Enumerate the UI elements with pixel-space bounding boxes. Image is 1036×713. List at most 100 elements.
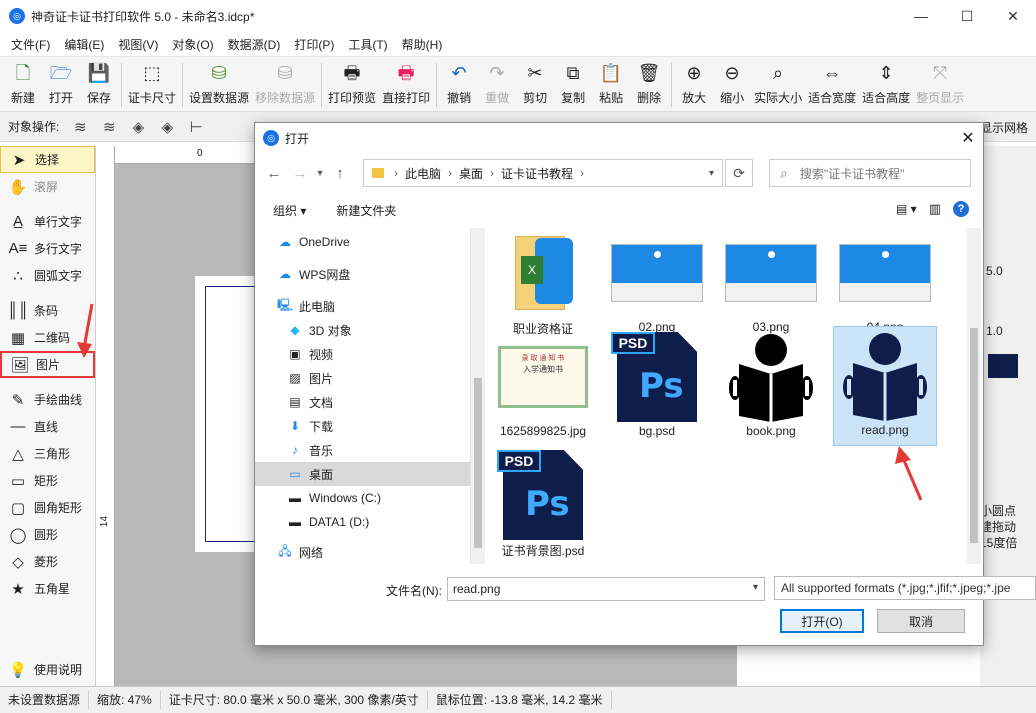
- file-item-book[interactable]: book.png: [719, 332, 823, 438]
- nav-drive-c[interactable]: ▬ Windows (C:): [255, 486, 470, 510]
- view-mode-icon[interactable]: ▤ ▾: [896, 202, 917, 216]
- cut-button[interactable]: ✂ 剪切: [516, 57, 554, 106]
- actual-size-button[interactable]: ⌕ 实际大小: [751, 57, 805, 106]
- menu-object[interactable]: 对象(O): [165, 36, 220, 53]
- search-input[interactable]: ⌕ 搜索"证卡证书教程": [769, 159, 971, 187]
- organize-button[interactable]: 组织 ▾: [273, 202, 306, 219]
- tool-multi-text[interactable]: A≡ 多行文字: [0, 235, 95, 262]
- file-item-certificate-jpg[interactable]: 录 取 通 知 书 入学通知书 1625899825.jpg: [491, 332, 595, 438]
- open-button[interactable]: 🗁 打开: [42, 57, 80, 106]
- nav-pictures[interactable]: ▨ 图片: [255, 366, 470, 390]
- file-item-cert-bg-psd[interactable]: Ps PSD 证书背景图.psd: [491, 450, 595, 559]
- nav-scrollbar[interactable]: [471, 228, 485, 564]
- new-folder-button[interactable]: 新建文件夹: [336, 202, 396, 219]
- tool-select[interactable]: ➤ 选择: [0, 146, 95, 173]
- full-page-button[interactable]: ⤧ 整页显示: [913, 57, 967, 106]
- new-button[interactable]: 🗋 新建: [4, 57, 42, 106]
- properties-panel: 5.0 1.0 小圆点 建拖动 15度倍: [980, 146, 1036, 686]
- forward-arrow-icon[interactable]: →: [287, 165, 313, 182]
- file-type-select[interactable]: All supported formats (*.jpg;*.jfif;*.jp…: [774, 576, 1036, 600]
- back-arrow-icon[interactable]: ←: [261, 165, 287, 182]
- zoom-in-button[interactable]: ⊕ 放大: [675, 57, 713, 106]
- undo-button[interactable]: ↶ 撤销: [440, 57, 478, 106]
- nav-music[interactable]: ♪ 音乐: [255, 438, 470, 462]
- zoom-out-button[interactable]: ⊖ 缩小: [713, 57, 751, 106]
- tool-rect[interactable]: ▭ 矩形: [0, 467, 95, 494]
- cancel-button[interactable]: 取消: [877, 609, 965, 633]
- show-grid-label[interactable]: 显示网格: [980, 119, 1028, 136]
- menu-view[interactable]: 视图(V): [111, 36, 165, 53]
- nav-videos[interactable]: ▣ 视频: [255, 342, 470, 366]
- nav-this-pc[interactable]: 🖳 此电脑: [255, 294, 470, 318]
- color-swatch[interactable]: [988, 354, 1018, 378]
- nav-documents[interactable]: ▤ 文档: [255, 390, 470, 414]
- tool-ellipse[interactable]: ◯ 圆形: [0, 521, 95, 548]
- chevron-down-icon[interactable]: ▾: [753, 582, 758, 593]
- set-datasource-button[interactable]: ⛁ 设置数据源: [186, 57, 252, 106]
- nav-network[interactable]: 🖧 网络: [255, 540, 470, 564]
- up-arrow-icon[interactable]: ↑: [327, 165, 353, 182]
- help-icon[interactable]: ?: [953, 201, 969, 217]
- file-item-read[interactable]: read.png: [833, 326, 937, 446]
- address-bar[interactable]: › 此电脑 › 桌面 › 证卡证书教程 › ▾: [363, 159, 723, 187]
- nav-downloads[interactable]: ⬇ 下载: [255, 414, 470, 438]
- preview-pane-icon[interactable]: ▥: [929, 201, 941, 217]
- file-item-04[interactable]: 04.png: [833, 228, 937, 334]
- maximize-button[interactable]: ☐: [944, 0, 990, 32]
- nav-drive-d[interactable]: ▬ DATA1 (D:): [255, 510, 470, 534]
- menu-tools[interactable]: 工具(T): [341, 36, 394, 53]
- tool-arc-text[interactable]: ∴ 圆弧文字: [0, 262, 95, 289]
- tool-round-rect[interactable]: ▢ 圆角矩形: [0, 494, 95, 521]
- help-button[interactable]: 💡 使用说明: [0, 656, 95, 683]
- save-button[interactable]: 💾 保存: [80, 57, 118, 106]
- card-size-button[interactable]: ⬚ 证卡尺寸: [125, 57, 179, 106]
- close-button[interactable]: ✕: [990, 0, 1036, 32]
- full-page-icon: ⤧: [932, 63, 948, 83]
- nav-3d-objects[interactable]: ◆ 3D 对象: [255, 318, 470, 342]
- nav-onedrive[interactable]: ☁ OneDrive: [255, 230, 470, 254]
- filename-input[interactable]: read.png ▾: [447, 577, 765, 601]
- tool-line[interactable]: — 直线: [0, 413, 95, 440]
- remove-datasource-button[interactable]: ⛁ 移除数据源: [252, 57, 318, 106]
- file-item-folder[interactable]: X 职业资格证: [491, 228, 595, 337]
- nav-desktop[interactable]: ▭ 桌面: [255, 462, 470, 486]
- layer-down-icon[interactable]: ≋: [98, 116, 120, 138]
- copy-button[interactable]: ⧉ 复制: [554, 57, 592, 106]
- layer-top-icon[interactable]: ◈: [127, 116, 149, 138]
- tool-pan[interactable]: ✋ 滚屏: [0, 173, 95, 200]
- breadcrumb-folder[interactable]: 证卡证书教程: [501, 165, 573, 182]
- print-preview-button[interactable]: 🖶 打印预览: [325, 57, 379, 106]
- menu-help[interactable]: 帮助(H): [395, 36, 450, 53]
- delete-button[interactable]: 🗑 删除: [630, 57, 668, 106]
- tool-single-text[interactable]: A̲ 单行文字: [0, 208, 95, 235]
- refresh-button[interactable]: ⟳: [725, 159, 753, 187]
- menu-edit[interactable]: 编辑(E): [57, 36, 111, 53]
- dialog-close-button[interactable]: ✕: [953, 123, 983, 153]
- align-left-icon[interactable]: ⊢: [185, 116, 207, 138]
- nav-wps[interactable]: ☁ WPS网盘: [255, 262, 470, 286]
- tool-freehand[interactable]: ✎ 手绘曲线: [0, 386, 95, 413]
- menu-print[interactable]: 打印(P): [287, 36, 341, 53]
- dropdown-recent-icon[interactable]: ▾: [313, 168, 327, 179]
- file-item-03[interactable]: 03.png: [719, 228, 823, 334]
- breadcrumb-desktop[interactable]: 桌面: [459, 165, 483, 182]
- paste-button[interactable]: 📋 粘贴: [592, 57, 630, 106]
- file-list-scrollbar[interactable]: [967, 228, 981, 564]
- layer-bottom-icon[interactable]: ◈: [156, 116, 178, 138]
- layer-up-icon[interactable]: ≋: [69, 116, 91, 138]
- fit-height-button[interactable]: ⇕ 适合高度: [859, 57, 913, 106]
- file-item-02[interactable]: 02.png: [605, 228, 709, 334]
- minimize-button[interactable]: —: [898, 0, 944, 32]
- direct-print-button[interactable]: 🖶 直接打印: [379, 57, 433, 106]
- tool-diamond[interactable]: ◇ 菱形: [0, 548, 95, 575]
- tool-triangle[interactable]: △ 三角形: [0, 440, 95, 467]
- fit-width-button[interactable]: ⇔ 适合宽度: [805, 57, 859, 106]
- breadcrumb-this-pc[interactable]: 此电脑: [405, 165, 441, 182]
- menu-datasource[interactable]: 数据源(D): [221, 36, 288, 53]
- file-item-bg-psd[interactable]: Ps PSD bg.psd: [605, 332, 709, 438]
- tool-star[interactable]: ★ 五角星: [0, 575, 95, 602]
- menu-file[interactable]: 文件(F): [4, 36, 57, 53]
- open-button[interactable]: 打开(O): [780, 609, 864, 633]
- address-dropdown-icon[interactable]: ▾: [709, 168, 714, 179]
- redo-button[interactable]: ↷ 重做: [478, 57, 516, 106]
